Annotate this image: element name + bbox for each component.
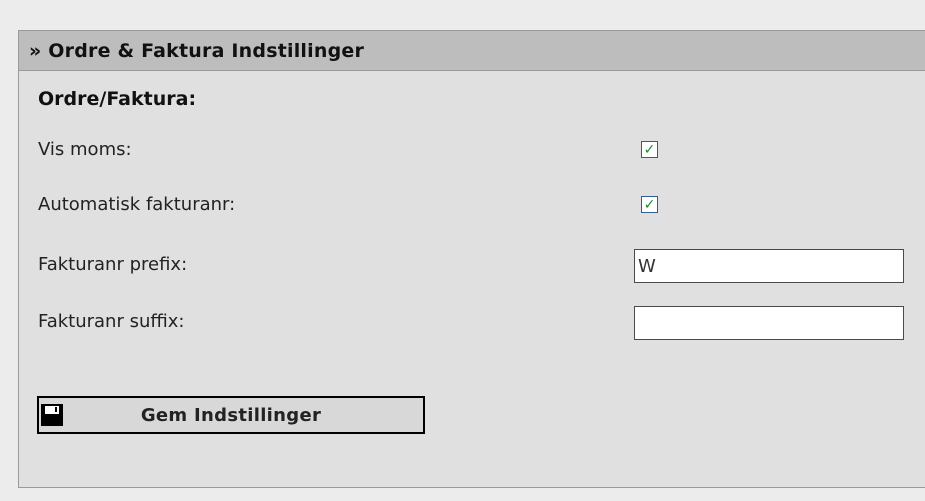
- form-row-auto-invoice-number: Automatisk fakturanr: ✓: [19, 186, 925, 226]
- invoice-suffix-input[interactable]: [634, 306, 904, 340]
- floppy-disk-icon: [41, 404, 63, 426]
- save-settings-button[interactable]: Gem Indstillinger: [37, 396, 425, 434]
- checkmark-icon: ✓: [643, 141, 656, 158]
- checkmark-icon: ✓: [643, 196, 656, 213]
- form-row-invoice-suffix: Fakturanr suffix:: [19, 303, 925, 343]
- page-top-spacer: [0, 0, 925, 30]
- invoice-prefix-input[interactable]: [634, 249, 904, 283]
- auto-invoice-number-label: Automatisk fakturanr:: [38, 194, 236, 215]
- show-vat-checkbox[interactable]: ✓: [641, 141, 658, 158]
- invoice-suffix-label: Fakturanr suffix:: [38, 311, 185, 332]
- invoice-prefix-label: Fakturanr prefix:: [38, 254, 188, 275]
- form-row-invoice-prefix: Fakturanr prefix:: [19, 246, 925, 286]
- panel-body: Ordre/Faktura: Vis moms: ✓ Automatisk fa…: [19, 71, 925, 487]
- form-row-show-vat: Vis moms: ✓: [19, 131, 925, 171]
- panel-title: » Ordre & Faktura Indstillinger: [29, 39, 365, 62]
- order-invoice-settings-panel: » Ordre & Faktura Indstillinger Ordre/Fa…: [18, 30, 925, 488]
- section-title: Ordre/Faktura:: [38, 88, 197, 110]
- show-vat-label: Vis moms:: [38, 139, 132, 160]
- auto-invoice-number-checkbox[interactable]: ✓: [641, 196, 658, 213]
- save-settings-label: Gem Indstillinger: [140, 404, 322, 426]
- panel-header: » Ordre & Faktura Indstillinger: [19, 31, 925, 71]
